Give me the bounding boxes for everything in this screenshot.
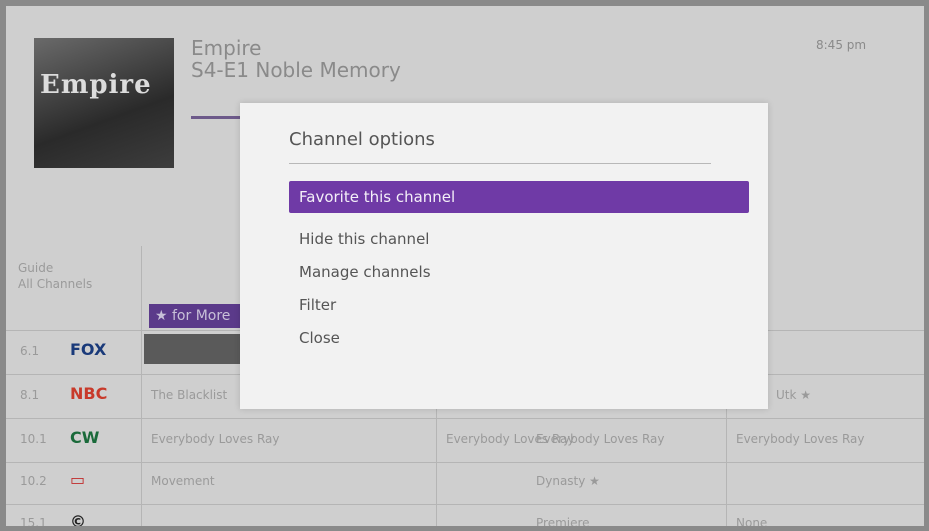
show-title: Empire — [191, 36, 262, 60]
selected-program-cell[interactable] — [144, 334, 254, 364]
fox-logo: FOX — [70, 340, 107, 359]
program-cell[interactable]: Everybody Loves Ray — [151, 432, 280, 446]
poster-title: Empire — [40, 70, 152, 100]
grid-divider — [6, 462, 924, 463]
program-cell[interactable]: The Blacklist — [151, 388, 227, 402]
channel-number: 10.1 — [20, 432, 47, 446]
channel-number: 10.2 — [20, 474, 47, 488]
program-cell[interactable]: Dynasty ★ — [536, 474, 600, 488]
cw-logo: CW — [70, 428, 100, 447]
channel-number: 8.1 — [20, 388, 40, 402]
program-cell[interactable]: Premiere — [536, 516, 590, 526]
for-more-button[interactable]: ★ for More — [149, 304, 249, 328]
manage-channels-option[interactable]: Manage channels — [289, 256, 749, 288]
grid-divider — [141, 246, 142, 526]
grid-divider — [6, 504, 924, 505]
program-cell[interactable]: None — [736, 516, 767, 526]
program-cell[interactable]: Utk ★ — [776, 388, 811, 402]
hide-channel-option[interactable]: Hide this channel — [289, 223, 749, 255]
channel-options-dialog: Channel options Favorite this channel Hi… — [240, 103, 768, 409]
program-cell[interactable]: Movement — [151, 474, 215, 488]
channel-logo: ▭ — [70, 470, 86, 489]
grid-divider — [6, 418, 924, 419]
program-cell[interactable]: Everybody Loves Ray — [536, 432, 665, 446]
close-option[interactable]: Close — [289, 322, 749, 354]
channel-number: 15.1 — [20, 516, 47, 526]
episode-title: S4-E1 Noble Memory — [191, 58, 401, 82]
dialog-title: Channel options — [289, 129, 435, 150]
favorite-channel-option[interactable]: Favorite this channel — [289, 181, 749, 213]
filter-option[interactable]: Filter — [289, 289, 749, 321]
channel-logo: © — [70, 512, 86, 526]
program-cell[interactable]: Everybody Loves Ray — [736, 432, 865, 446]
dialog-divider — [289, 163, 711, 164]
show-poster: Empire — [34, 38, 174, 168]
clock: 8:45 pm — [816, 38, 867, 52]
nbc-logo: NBC — [70, 384, 108, 403]
channel-number: 6.1 — [20, 344, 40, 358]
